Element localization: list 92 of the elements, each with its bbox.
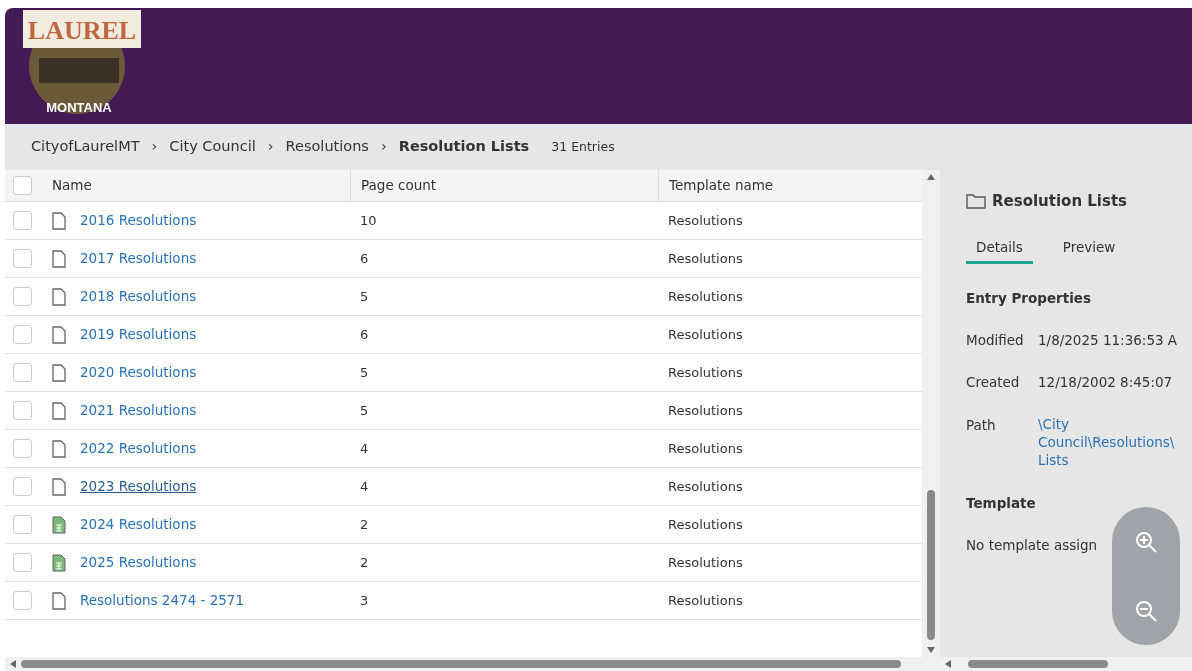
path-link[interactable]: \City Council\Resolutions\ Lists	[1038, 414, 1192, 470]
row-checkbox[interactable]	[13, 363, 32, 382]
document-icon	[52, 591, 66, 610]
entry-link[interactable]: Resolutions 2474 - 2571	[80, 590, 245, 611]
entry-link[interactable]: 2018 Resolutions	[80, 286, 197, 307]
entry-link[interactable]: 2019 Resolutions	[80, 324, 197, 345]
document-icon	[52, 325, 66, 344]
entry-link[interactable]: 2021 Resolutions	[80, 400, 197, 421]
row-checkbox[interactable]	[13, 287, 32, 306]
template-name-text: Resolutions	[668, 478, 743, 494]
scrollbar-thumb[interactable]	[927, 490, 935, 640]
document-icon	[52, 477, 66, 496]
property-label: Created	[966, 373, 1021, 393]
zoom-out-icon[interactable]	[1134, 598, 1158, 623]
document-icon	[52, 287, 66, 306]
column-header[interactable]: Name	[52, 175, 92, 196]
select-all-checkbox[interactable]	[13, 176, 32, 195]
entry-link[interactable]: 2023 Resolutions	[80, 476, 197, 497]
breadcrumb-separator: ›	[267, 137, 274, 157]
column-header[interactable]: Page count	[361, 175, 437, 196]
property-value: 12/18/2002 8:45:07	[1038, 373, 1173, 393]
breadcrumb-separator: ›	[380, 137, 387, 157]
folder-icon	[966, 193, 986, 210]
page-count-text: 5	[360, 364, 369, 380]
document-icon	[52, 439, 66, 458]
page-count-text: 2	[360, 554, 369, 570]
document-icon	[52, 401, 66, 420]
section-heading: Template	[966, 494, 1037, 514]
page-count-text: 5	[360, 402, 369, 418]
entry-link[interactable]: 2024 Resolutions	[80, 514, 197, 535]
scroll-down-icon[interactable]	[926, 646, 936, 654]
horizontal-scrollbar[interactable]	[5, 657, 940, 671]
template-name-text: Resolutions	[668, 440, 743, 456]
spreadsheet-icon	[52, 553, 66, 572]
entry-link[interactable]: 2016 Resolutions	[80, 210, 197, 231]
entry-link[interactable]: 2022 Resolutions	[80, 438, 197, 459]
page-count-text: 4	[360, 478, 369, 494]
horizontal-scrollbar[interactable]	[940, 657, 1192, 671]
entry-link[interactable]: 2020 Resolutions	[80, 362, 197, 383]
scroll-left-icon[interactable]	[944, 659, 952, 669]
page-count-text: 6	[360, 250, 369, 266]
template-name-text: Resolutions	[668, 402, 743, 418]
page-count-text: 2	[360, 516, 369, 532]
entry-link[interactable]: 2025 Resolutions	[80, 552, 197, 573]
panel-title: Resolution Lists	[992, 191, 1128, 212]
entry-link[interactable]: 2017 Resolutions	[80, 248, 197, 269]
row-checkbox[interactable]	[13, 439, 32, 458]
row-checkbox[interactable]	[13, 249, 32, 268]
scroll-left-icon[interactable]	[9, 659, 17, 669]
section-heading: Entry Properties	[966, 288, 1093, 308]
property-value: 1/8/2025 11:36:53 A	[1038, 331, 1178, 350]
row-checkbox[interactable]	[13, 211, 32, 230]
column-header[interactable]: Template name	[669, 175, 774, 196]
page-count-text: 3	[360, 592, 369, 608]
template-name-text: Resolutions	[668, 212, 743, 228]
template-name-text: Resolutions	[668, 326, 743, 342]
scrollbar-thumb[interactable]	[968, 660, 1108, 668]
template-name-text: Resolutions	[668, 516, 743, 532]
breadcrumb-separator: ›	[151, 137, 158, 157]
property-label: Path	[966, 415, 997, 435]
panel-tab[interactable]: Details	[966, 232, 1033, 264]
template-name-text: Resolutions	[668, 592, 743, 608]
vertical-scrollbar[interactable]	[922, 170, 940, 657]
page-count-text: 6	[360, 326, 369, 342]
row-checkbox[interactable]	[13, 515, 32, 534]
template-name-text: Resolutions	[668, 364, 743, 380]
panel-tab[interactable]: Preview	[1052, 232, 1126, 264]
entry-count: 31 Entries	[551, 137, 615, 156]
document-icon	[52, 211, 66, 230]
row-checkbox[interactable]	[13, 553, 32, 572]
scrollbar-thumb[interactable]	[21, 660, 901, 668]
breadcrumb-current: Resolution Lists	[398, 137, 530, 157]
page-count-text: 5	[360, 288, 369, 304]
breadcrumb-link[interactable]: CityofLaurelMT	[31, 136, 140, 158]
document-icon	[52, 363, 66, 382]
breadcrumb-link[interactable]: City Council	[169, 136, 256, 158]
template-name-text: Resolutions	[668, 288, 743, 304]
row-checkbox[interactable]	[13, 325, 32, 344]
zoom-in-icon[interactable]	[1134, 529, 1158, 554]
page-count-text: 10	[360, 212, 377, 228]
row-checkbox[interactable]	[13, 477, 32, 496]
template-name-text: Resolutions	[668, 554, 743, 570]
template-value: No template assign	[966, 536, 1098, 556]
breadcrumb-link[interactable]: Resolutions	[285, 136, 369, 158]
spreadsheet-icon	[52, 515, 66, 534]
template-name-text: Resolutions	[668, 250, 743, 266]
document-icon	[52, 249, 66, 268]
property-label: Modified	[966, 331, 1025, 350]
row-checkbox[interactable]	[13, 401, 32, 420]
scroll-up-icon[interactable]	[926, 173, 936, 181]
row-checkbox[interactable]	[13, 591, 32, 610]
page-count-text: 4	[360, 440, 369, 456]
